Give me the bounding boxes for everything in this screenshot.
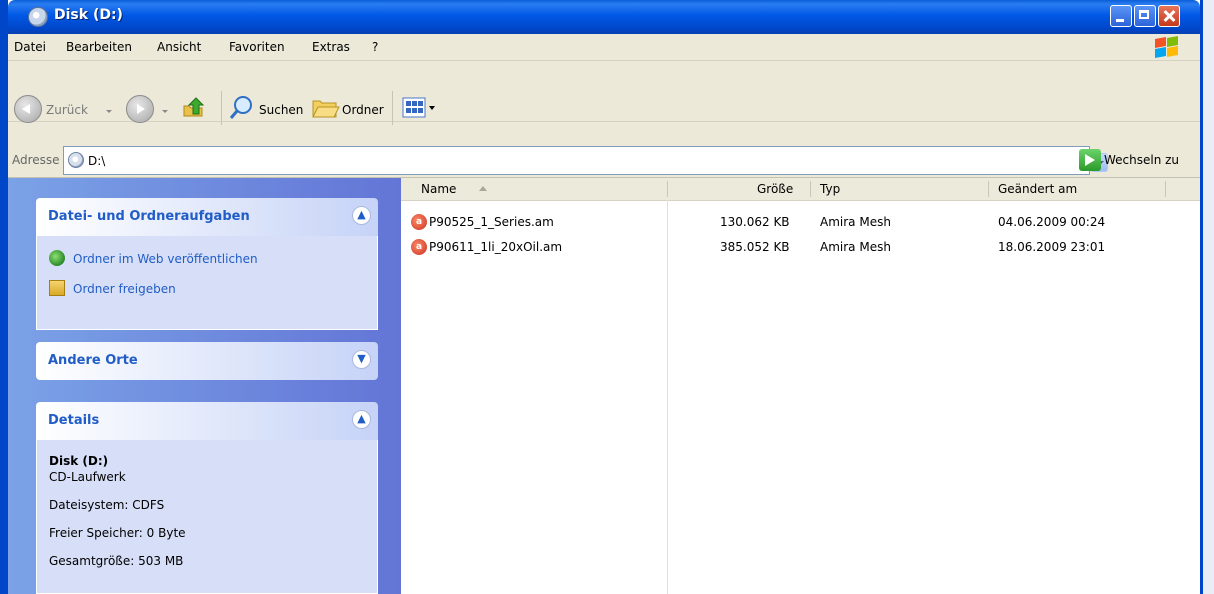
background-desktop-strip bbox=[1203, 0, 1214, 594]
window-title: Disk (D:) bbox=[54, 7, 123, 23]
minimize-button[interactable] bbox=[1110, 5, 1132, 27]
toolbar-separator bbox=[221, 91, 222, 125]
group-title[interactable]: Datei- und Ordneraufgaben bbox=[48, 209, 250, 224]
column-divider[interactable] bbox=[810, 181, 811, 197]
other-places-group: Andere Orte ▼ bbox=[36, 342, 378, 380]
details-total-size: Gesamtgröße: 503 MB bbox=[49, 554, 184, 568]
address-input[interactable]: D:\ bbox=[63, 146, 1108, 175]
group-header[interactable]: Datei- und Ordneraufgaben ▲ bbox=[36, 198, 378, 236]
collapse-chevron-icon[interactable]: ▲ bbox=[352, 206, 371, 225]
column-divider[interactable] bbox=[1165, 181, 1166, 197]
file-size: 130.062 KB bbox=[720, 215, 790, 229]
back-icon[interactable] bbox=[14, 95, 42, 123]
group-header[interactable]: Andere Orte ▼ bbox=[36, 342, 378, 380]
file-type: Amira Mesh bbox=[820, 240, 891, 254]
sort-ascending-icon bbox=[479, 186, 487, 191]
group-header[interactable]: Details ▲ bbox=[36, 402, 378, 440]
file-name[interactable]: P90525_1_Series.am bbox=[429, 215, 554, 229]
details-free-space: Freier Speicher: 0 Byte bbox=[49, 526, 186, 540]
file-name[interactable]: P90611_1li_20xOil.am bbox=[429, 240, 562, 254]
menu-favoriten[interactable]: Favoriten bbox=[229, 40, 285, 54]
column-header-bar: Name Größe Typ Geändert am bbox=[401, 178, 1200, 201]
shared-folder-icon bbox=[49, 280, 65, 296]
file-type: Amira Mesh bbox=[820, 215, 891, 229]
toolbar-row: Zurück Suchen Ordner bbox=[8, 61, 1200, 125]
windows-logo-icon bbox=[1152, 36, 1182, 58]
amira-file-icon: a bbox=[411, 214, 427, 230]
address-bar: Adresse D:\ Wechseln zu bbox=[8, 144, 1200, 178]
toolbar-separator bbox=[392, 91, 393, 125]
file-row[interactable]: a P90525_1_Series.am 130.062 KB Amira Me… bbox=[401, 213, 1200, 233]
file-modified: 04.06.2009 00:24 bbox=[998, 215, 1106, 229]
group-title[interactable]: Andere Orte bbox=[48, 353, 138, 368]
menu-extras[interactable]: Extras bbox=[312, 40, 350, 54]
cd-drive-icon[interactable] bbox=[28, 7, 48, 27]
go-arrow-icon[interactable] bbox=[1079, 149, 1101, 171]
task-pane: Datei- und Ordneraufgaben ▲ Ordner im We… bbox=[8, 178, 401, 594]
folder-up-icon[interactable] bbox=[180, 94, 210, 124]
details-group: Details ▲ Disk (D:) CD-Laufwerk Dateisys… bbox=[36, 402, 378, 594]
column-line bbox=[667, 200, 668, 594]
file-folder-tasks-group: Datei- und Ordneraufgaben ▲ Ordner im We… bbox=[36, 198, 378, 330]
column-divider[interactable] bbox=[988, 181, 989, 197]
address-value[interactable]: D:\ bbox=[88, 154, 105, 168]
expand-chevron-icon[interactable]: ▼ bbox=[352, 350, 371, 369]
menu-bearbeiten[interactable]: Bearbeiten bbox=[66, 40, 132, 54]
menu-bar: Datei Bearbeiten Ansicht Favoriten Extra… bbox=[8, 34, 1200, 61]
menu-help[interactable]: ? bbox=[372, 40, 378, 54]
view-options-icon[interactable] bbox=[402, 96, 442, 120]
globe-icon bbox=[49, 250, 65, 266]
forward-icon[interactable] bbox=[126, 95, 154, 123]
address-label: Adresse bbox=[12, 153, 60, 167]
title-bar[interactable]: Disk (D:) bbox=[8, 0, 1200, 34]
collapse-chevron-icon[interactable]: ▲ bbox=[352, 410, 371, 429]
group-body: Disk (D:) CD-Laufwerk Dateisystem: CDFS … bbox=[36, 440, 378, 594]
column-header-size[interactable]: Größe bbox=[757, 182, 793, 196]
group-body: Ordner im Web veröffentlichen Ordner fre… bbox=[36, 236, 378, 330]
cd-drive-icon bbox=[68, 152, 84, 168]
column-header-name[interactable]: Name bbox=[421, 182, 456, 196]
group-title[interactable]: Details bbox=[48, 413, 99, 428]
close-button[interactable] bbox=[1158, 5, 1180, 27]
details-filesystem: Dateisystem: CDFS bbox=[49, 498, 165, 512]
details-name: Disk (D:) bbox=[49, 454, 109, 468]
folders-icon[interactable] bbox=[310, 95, 340, 121]
file-modified: 18.06.2009 23:01 bbox=[998, 240, 1106, 254]
column-header-type[interactable]: Typ bbox=[820, 182, 840, 196]
details-type: CD-Laufwerk bbox=[49, 470, 126, 484]
forward-dropdown-icon[interactable] bbox=[162, 110, 168, 113]
file-list: Name Größe Typ Geändert am a P90525_1_Se… bbox=[401, 178, 1200, 594]
menu-ansicht[interactable]: Ansicht bbox=[157, 40, 201, 54]
go-button-label[interactable]: Wechseln zu bbox=[1104, 153, 1179, 167]
task-label[interactable]: Ordner im Web veröffentlichen bbox=[73, 252, 258, 266]
task-label[interactable]: Ordner freigeben bbox=[73, 282, 176, 296]
back-dropdown-icon[interactable] bbox=[106, 110, 112, 113]
search-icon[interactable] bbox=[228, 94, 256, 122]
publish-to-web-link[interactable]: Ordner im Web veröffentlichen bbox=[49, 250, 258, 266]
column-divider[interactable] bbox=[667, 181, 668, 197]
toolbar: Zurück Suchen Ordner bbox=[8, 61, 1200, 144]
column-header-modified[interactable]: Geändert am bbox=[998, 182, 1077, 196]
folders-button-label[interactable]: Ordner bbox=[342, 103, 384, 117]
file-size: 385.052 KB bbox=[720, 240, 790, 254]
menu-datei[interactable]: Datei bbox=[14, 40, 46, 54]
window-frame-left bbox=[0, 0, 8, 594]
maximize-button[interactable] bbox=[1134, 5, 1156, 27]
search-button-label[interactable]: Suchen bbox=[259, 103, 303, 117]
amira-file-icon: a bbox=[411, 239, 427, 255]
file-row[interactable]: a P90611_1li_20xOil.am 385.052 KB Amira … bbox=[401, 238, 1200, 258]
share-folder-link[interactable]: Ordner freigeben bbox=[49, 280, 176, 296]
back-button-label[interactable]: Zurück bbox=[46, 103, 88, 117]
